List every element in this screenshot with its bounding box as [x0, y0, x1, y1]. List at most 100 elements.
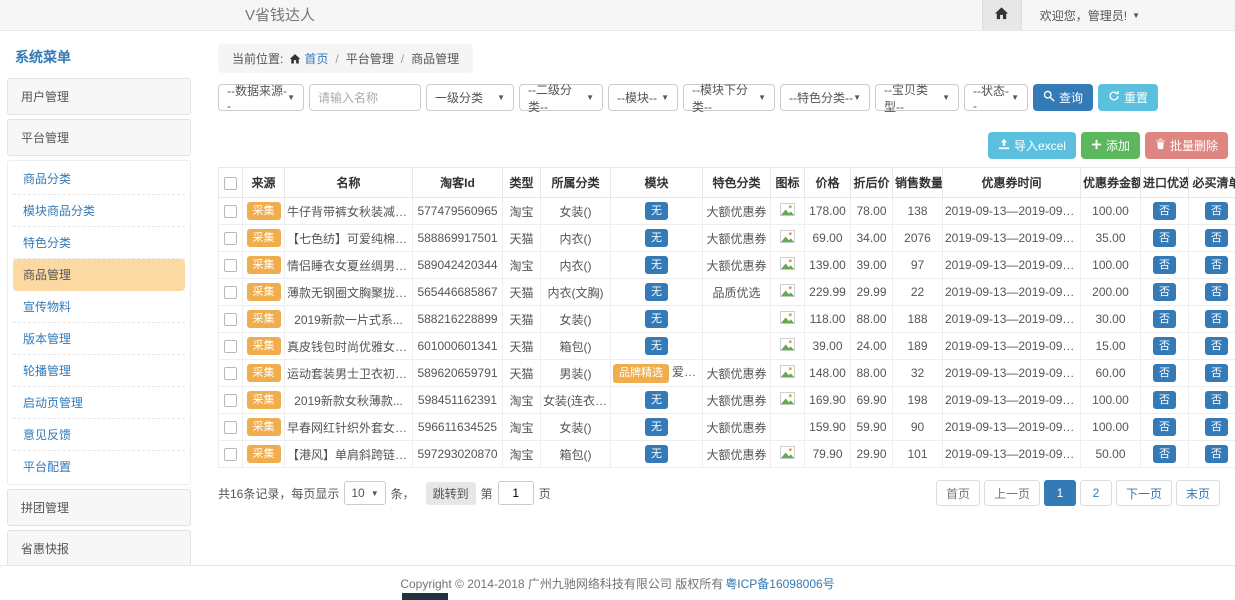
page-button-下一页[interactable]: 下一页: [1116, 480, 1172, 506]
row-checkbox[interactable]: [224, 205, 237, 218]
must-buy-toggle[interactable]: 否: [1205, 445, 1228, 463]
row-checkbox[interactable]: [224, 448, 237, 461]
import-select-toggle[interactable]: 否: [1153, 337, 1176, 355]
must-buy-toggle[interactable]: 否: [1205, 229, 1228, 247]
import-select-toggle[interactable]: 否: [1153, 202, 1176, 220]
cell-import-select: 否: [1141, 306, 1189, 333]
search-button[interactable]: 查询: [1033, 84, 1093, 111]
sidebar-item-平台配置[interactable]: 平台配置: [13, 451, 185, 482]
filter-select[interactable]: --数据来源--▼: [218, 84, 304, 111]
row-checkbox[interactable]: [224, 394, 237, 407]
reset-button[interactable]: 重置: [1098, 84, 1158, 111]
batch-delete-button[interactable]: 批量删除: [1145, 132, 1228, 159]
row-checkbox[interactable]: [224, 286, 237, 299]
must-buy-toggle[interactable]: 否: [1205, 283, 1228, 301]
must-buy-toggle[interactable]: 否: [1205, 202, 1228, 220]
row-checkbox[interactable]: [224, 367, 237, 380]
sidebar-item-模块商品分类[interactable]: 模块商品分类: [13, 195, 185, 227]
filter-select[interactable]: 一级分类▼: [426, 84, 514, 111]
sidebar-item-意见反馈[interactable]: 意见反馈: [13, 419, 185, 451]
cell-category: 女装(连衣裙): [541, 387, 611, 414]
sidebar-item-版本管理[interactable]: 版本管理: [13, 323, 185, 355]
filter-select[interactable]: --宝贝类型--▼: [875, 84, 959, 111]
filter-select[interactable]: --模块--▼: [608, 84, 678, 111]
module-none-badge[interactable]: 无: [645, 256, 668, 274]
sidebar-item-特色分类[interactable]: 特色分类: [13, 227, 185, 259]
add-button[interactable]: 添加: [1081, 132, 1140, 159]
filter-select[interactable]: --模块下分类--▼: [683, 84, 775, 111]
name-search-input[interactable]: [309, 84, 421, 111]
must-buy-toggle[interactable]: 否: [1205, 418, 1228, 436]
per-page-select[interactable]: 10 ▼: [344, 481, 385, 505]
sidebar-item-启动页管理[interactable]: 启动页管理: [13, 387, 185, 419]
icp-link[interactable]: 粤ICP备16098006号: [725, 575, 834, 592]
must-buy-toggle[interactable]: 否: [1205, 310, 1228, 328]
row-checkbox[interactable]: [224, 232, 237, 245]
cell-import-select: 否: [1141, 198, 1189, 225]
page-button-首页[interactable]: 首页: [936, 480, 980, 506]
page-button-上一页[interactable]: 上一页: [984, 480, 1040, 506]
sidebar-item-拼团管理[interactable]: 拼团管理: [7, 489, 191, 526]
filter-select-value: 一级分类: [435, 89, 483, 106]
row-checkbox[interactable]: [224, 340, 237, 353]
sidebar-item-平台管理[interactable]: 平台管理: [7, 119, 191, 156]
module-none-badge[interactable]: 无: [645, 310, 668, 328]
row-checkbox[interactable]: [224, 259, 237, 272]
import-select-toggle[interactable]: 否: [1153, 256, 1176, 274]
page-button-末页[interactable]: 末页: [1176, 480, 1220, 506]
row-checkbox[interactable]: [224, 421, 237, 434]
module-none-badge[interactable]: 无: [645, 229, 668, 247]
module-none-badge[interactable]: 无: [645, 202, 668, 220]
filter-select[interactable]: --二级分类--▼: [519, 84, 603, 111]
filter-select[interactable]: --特色分类--▼: [780, 84, 870, 111]
page-button-2[interactable]: 2: [1080, 480, 1112, 506]
must-buy-toggle[interactable]: 否: [1205, 391, 1228, 409]
must-buy-toggle[interactable]: 否: [1205, 337, 1228, 355]
module-none-badge[interactable]: 无: [645, 445, 668, 463]
select-all-checkbox[interactable]: [224, 177, 237, 190]
home-button[interactable]: [982, 0, 1022, 30]
breadcrumb-home-link[interactable]: 首页: [304, 50, 328, 67]
module-none-badge[interactable]: 无: [645, 337, 668, 355]
sidebar-item-商品分类[interactable]: 商品分类: [13, 163, 185, 195]
sidebar-item-轮播管理[interactable]: 轮播管理: [13, 355, 185, 387]
module-none-badge[interactable]: 无: [645, 283, 668, 301]
sidebar-item-省惠快报[interactable]: 省惠快报: [7, 530, 191, 567]
import-select-toggle[interactable]: 否: [1153, 229, 1176, 247]
chevron-down-icon: ▼: [942, 93, 950, 102]
cell-type: 天猫: [503, 333, 541, 360]
must-buy-toggle[interactable]: 否: [1205, 364, 1228, 382]
sidebar-item-用户管理[interactable]: 用户管理: [7, 78, 191, 115]
cell-feature: [703, 333, 771, 360]
filter-select[interactable]: --状态--▼: [964, 84, 1028, 111]
import-select-toggle[interactable]: 否: [1153, 391, 1176, 409]
product-image-icon: [780, 394, 795, 408]
user-menu[interactable]: 欢迎您，管理员! ▼: [1022, 7, 1235, 24]
module-none-badge[interactable]: 无: [645, 418, 668, 436]
import-select-toggle[interactable]: 否: [1153, 364, 1176, 382]
module-badge[interactable]: 品牌精选: [613, 364, 669, 382]
sidebar-item-宣传物料[interactable]: 宣传物料: [13, 291, 185, 323]
sidebar-item-商品管理[interactable]: 商品管理: [13, 259, 185, 291]
cell-sales: 189: [893, 333, 943, 360]
table-actions: 导入excel 添加 批量删除: [218, 132, 1228, 159]
import-select-toggle[interactable]: 否: [1153, 283, 1176, 301]
row-checkbox[interactable]: [224, 313, 237, 326]
home-icon: [289, 53, 301, 65]
cell-source: 采集: [243, 279, 285, 306]
page-button-1[interactable]: 1: [1044, 480, 1076, 506]
source-badge: 采集: [247, 256, 281, 274]
cell-sales: 90: [893, 414, 943, 441]
must-buy-toggle[interactable]: 否: [1205, 256, 1228, 274]
import-select-toggle[interactable]: 否: [1153, 445, 1176, 463]
import-select-toggle[interactable]: 否: [1153, 418, 1176, 436]
import-select-toggle[interactable]: 否: [1153, 310, 1176, 328]
import-excel-button[interactable]: 导入excel: [988, 132, 1076, 159]
cell-feature: 品质优选: [703, 279, 771, 306]
sidebar-title: 系统菜单: [7, 39, 191, 78]
page-number-input[interactable]: [498, 481, 534, 505]
module-none-badge[interactable]: 无: [645, 391, 668, 409]
jump-button[interactable]: 跳转到: [426, 482, 476, 505]
trash-icon: [1155, 138, 1166, 153]
cell-coupon-time: 2019-09-13—2019-09-19: [943, 306, 1081, 333]
